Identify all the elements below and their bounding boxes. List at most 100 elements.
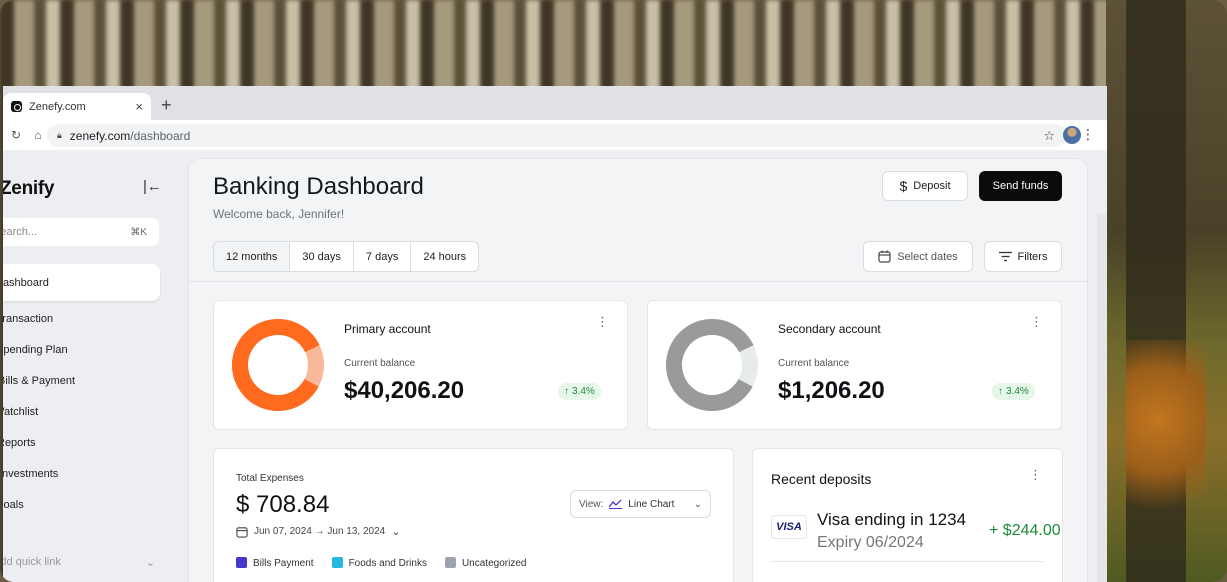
- legend-swatch: [444, 557, 456, 568]
- sidebar-search-input[interactable]: Search... ⌘K: [3, 218, 159, 246]
- list-divider: [771, 561, 1044, 562]
- sidebar: Zenify |← Search... ⌘K Dashboard Transac…: [3, 150, 183, 582]
- sidebar-item-label: Dashboard: [3, 276, 49, 289]
- url-field[interactable]: 🔒︎ zenefy.com/dashboard ☆: [47, 124, 1067, 147]
- recent-deposits-card: Recent deposits ⋮ VISA Visa ending in 12…: [752, 448, 1063, 582]
- favicon-icon: [11, 101, 22, 112]
- line-chart-icon: [609, 499, 623, 509]
- visa-logo: VISA: [771, 515, 807, 539]
- view-value: Line Chart: [628, 498, 675, 510]
- bookmark-star-icon[interactable]: ☆: [1043, 128, 1055, 144]
- total-expenses-card: Total Expenses $ 708.84 Jun 07, 2024 → J…: [213, 448, 734, 582]
- sidebar-item-watchlist[interactable]: Watchlist: [3, 396, 163, 427]
- sidebar-item-label: Watchlist: [3, 405, 39, 418]
- panel-edge: [1097, 214, 1107, 582]
- range-7-days[interactable]: 7 days: [354, 242, 412, 271]
- browser-window: Zenefy.com × + ↻ ⌂ 🔒︎ zenefy.com/dashboa…: [3, 86, 1107, 582]
- send-funds-button[interactable]: Send funds: [979, 171, 1062, 201]
- time-range-tabs: 12 months 30 days 7 days 24 hours: [213, 241, 480, 272]
- background-forest: [1106, 0, 1227, 582]
- app-root: Zenify |← Search... ⌘K Dashboard Transac…: [3, 150, 1107, 582]
- select-dates-label: Select dates: [897, 250, 958, 263]
- legend-label: Bills Payment: [253, 558, 314, 569]
- new-tab-button[interactable]: +: [161, 95, 172, 116]
- sidebar-item-reports[interactable]: Reports: [3, 427, 163, 458]
- legend-item: Bills Payment: [236, 557, 314, 569]
- primary-account-donut: [232, 319, 324, 411]
- main-panel: Banking Dashboard Welcome back, Jennifer…: [188, 158, 1088, 582]
- tab-title: Zenefy.com: [29, 100, 86, 113]
- filters-button[interactable]: Filters: [984, 241, 1062, 272]
- deposit-button[interactable]: $ Deposit: [882, 171, 968, 201]
- expenses-date-range[interactable]: Jun 07, 2024 → Jun 13, 2024 ⌄: [236, 525, 400, 538]
- collapse-sidebar-icon[interactable]: |←: [143, 178, 162, 195]
- account-name: Primary account: [344, 322, 431, 336]
- welcome-text: Welcome back, Jennifer!: [213, 207, 345, 221]
- sidebar-item-label: Bills & Payment: [3, 374, 76, 387]
- tab-bar: Zenefy.com × +: [3, 86, 1107, 120]
- more-options-icon[interactable]: ⋮: [1029, 467, 1042, 483]
- change-value: 3.4%: [1006, 386, 1029, 397]
- deposit-card-name: Visa ending in 1234: [817, 510, 967, 529]
- secondary-account-card: Secondary account Current balance $1,206…: [647, 300, 1062, 430]
- account-balance: $40,206.20: [344, 377, 465, 404]
- arrow-up-icon: ↑: [564, 386, 569, 397]
- account-balance-label: Current balance: [778, 358, 850, 369]
- secondary-account-donut: [666, 319, 758, 411]
- view-prefix: View:: [579, 498, 604, 510]
- legend-item: Foods and Drinks: [331, 557, 427, 569]
- browser-menu-icon[interactable]: ⋮: [1081, 126, 1095, 143]
- dollar-icon: $: [899, 178, 908, 194]
- change-badge: ↑ 3.4%: [558, 383, 601, 400]
- lock-icon: 🔒︎: [57, 130, 62, 140]
- sidebar-item-label: Investments: [3, 467, 59, 480]
- deposit-amount: + $244.00: [989, 522, 1061, 539]
- screenshot-frame: Zenefy.com × + ↻ ⌂ 🔒︎ zenefy.com/dashboa…: [0, 0, 1227, 582]
- sidebar-item-goals[interactable]: Goals: [3, 489, 163, 520]
- change-value: 3.4%: [572, 386, 595, 397]
- sidebar-item-transaction[interactable]: Transaction: [3, 303, 163, 334]
- chart-legend: Bills Payment Foods and Drinks Uncategor…: [236, 557, 526, 569]
- url-host: zenefy.com: [69, 128, 131, 143]
- deposit-label: Deposit: [913, 180, 951, 192]
- range-12-months[interactable]: 12 months: [214, 242, 291, 271]
- sidebar-item-spending-plan[interactable]: Spending Plan: [3, 334, 163, 365]
- profile-avatar[interactable]: [1063, 126, 1081, 144]
- arrow-up-icon: ↑: [998, 386, 1003, 397]
- chevron-down-icon: ⌄: [391, 526, 401, 538]
- browser-tab[interactable]: Zenefy.com ×: [3, 93, 151, 120]
- home-icon[interactable]: ⌂: [29, 128, 47, 142]
- reload-icon[interactable]: ↻: [7, 128, 25, 142]
- select-dates-button[interactable]: Select dates: [863, 241, 973, 272]
- filter-icon: [998, 251, 1012, 262]
- range-30-days[interactable]: 30 days: [290, 242, 354, 271]
- expenses-value: $ 708.84: [236, 491, 330, 518]
- chart-view-select[interactable]: View: Line Chart ⌄: [570, 490, 711, 518]
- legend-swatch: [331, 557, 343, 568]
- calendar-icon: [236, 526, 248, 538]
- range-24-hours[interactable]: 24 hours: [411, 242, 478, 271]
- account-balance-label: Current balance: [344, 358, 416, 369]
- primary-account-card: Primary account Current balance $40,206.…: [213, 300, 628, 430]
- sidebar-item-label: Reports: [3, 436, 36, 449]
- sidebar-item-label: Spending Plan: [3, 343, 68, 356]
- section-divider: [189, 281, 1087, 282]
- more-options-icon[interactable]: ⋮: [596, 315, 609, 328]
- expenses-label: Total Expenses: [236, 473, 304, 484]
- close-tab-icon[interactable]: ×: [135, 99, 143, 114]
- sidebar-item-investments[interactable]: Investments: [3, 458, 163, 489]
- account-name: Secondary account: [778, 322, 881, 336]
- legend-item: Uncategorized: [444, 557, 526, 569]
- add-quick-link[interactable]: Add quick link ⌄: [3, 556, 155, 569]
- calendar-icon: [878, 250, 891, 263]
- sidebar-item-bills-payment[interactable]: Bills & Payment: [3, 365, 163, 396]
- sidebar-nav: Dashboard Transaction Spending Plan Bill…: [3, 264, 163, 520]
- chevron-down-icon: ⌄: [145, 557, 155, 569]
- more-options-icon[interactable]: ⋮: [1030, 315, 1043, 328]
- sidebar-item-dashboard[interactable]: Dashboard: [3, 264, 160, 301]
- legend-label: Foods and Drinks: [348, 558, 427, 569]
- page-title: Banking Dashboard: [213, 173, 424, 200]
- legend-swatch: [236, 557, 247, 568]
- address-bar: ↻ ⌂ 🔒︎ zenefy.com/dashboard ☆ ⋮: [3, 120, 1107, 150]
- brand-logo: Zenify: [3, 178, 55, 199]
